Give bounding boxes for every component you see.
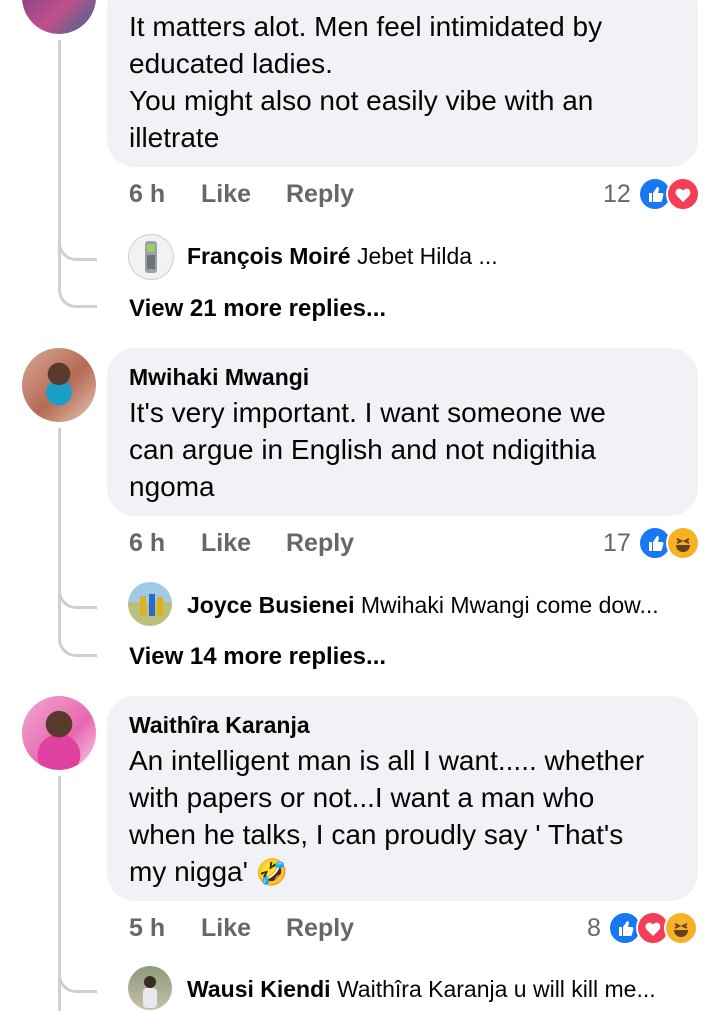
reply-connector	[58, 588, 97, 609]
reply-author[interactable]: Joyce Busienei	[187, 592, 354, 618]
commenter-name[interactable]: Waithîra Karanja	[129, 712, 310, 739]
reply-snippet: Mwihaki Mwangi come dow...	[360, 592, 659, 618]
commenter-avatar[interactable]	[22, 696, 96, 770]
commenter-avatar[interactable]	[22, 348, 96, 422]
reply-preview[interactable]: Wausi Kiendi Waithîra Karanja u will kil…	[187, 976, 656, 1003]
comment-time[interactable]: 6 h	[129, 180, 165, 209]
view-more-connector	[58, 287, 97, 308]
reply-preview[interactable]: Joyce Busienei Mwihaki Mwangi come dow..…	[187, 592, 659, 619]
commenter-avatar[interactable]	[22, 0, 96, 34]
love-icon	[666, 177, 700, 211]
reply-connector	[58, 972, 97, 993]
thread-line	[58, 428, 61, 638]
reply-button[interactable]: Reply	[286, 180, 354, 209]
like-button[interactable]: Like	[201, 180, 251, 209]
view-more-replies[interactable]: View 14 more replies...	[129, 643, 386, 671]
reply-connector	[58, 240, 97, 261]
reply-avatar[interactable]	[128, 234, 174, 280]
rofl-emoji: 🤣	[255, 857, 289, 887]
like-button[interactable]: Like	[201, 529, 251, 558]
reply-button[interactable]: Reply	[286, 914, 354, 943]
comment-text: It matters alot. Men feel intimidated by…	[129, 11, 603, 153]
comment-time[interactable]: 5 h	[129, 914, 165, 943]
reply-preview[interactable]: François Moiré Jebet Hilda ...	[187, 243, 498, 270]
like-button[interactable]: Like	[201, 914, 251, 943]
view-more-replies[interactable]: View 21 more replies...	[129, 295, 386, 323]
haha-icon	[666, 526, 700, 560]
reply-snippet: Jebet Hilda ...	[357, 243, 498, 269]
reply-author[interactable]: François Moiré	[187, 243, 351, 269]
comment-text: An intelligent man is all I want..... wh…	[129, 742, 689, 891]
reaction-count[interactable]: 8	[587, 914, 601, 943]
comment-time[interactable]: 6 h	[129, 529, 165, 558]
reply-button[interactable]: Reply	[286, 529, 354, 558]
view-more-connector	[58, 636, 97, 657]
reply-avatar[interactable]	[128, 582, 172, 626]
reply-snippet: Waithîra Karanja u will kill me...	[336, 976, 656, 1002]
reaction-count[interactable]: 12	[603, 180, 631, 209]
reaction-count[interactable]: 17	[603, 529, 631, 558]
haha-icon	[664, 911, 698, 945]
reply-author[interactable]: Wausi Kiendi	[187, 976, 331, 1002]
commenter-name[interactable]: Mwihaki Mwangi	[129, 364, 309, 391]
comment-text-body: An intelligent man is all I want..... wh…	[129, 745, 645, 887]
comment-text: It's very important. I want someone we c…	[129, 397, 606, 502]
reply-avatar[interactable]	[128, 966, 172, 1010]
